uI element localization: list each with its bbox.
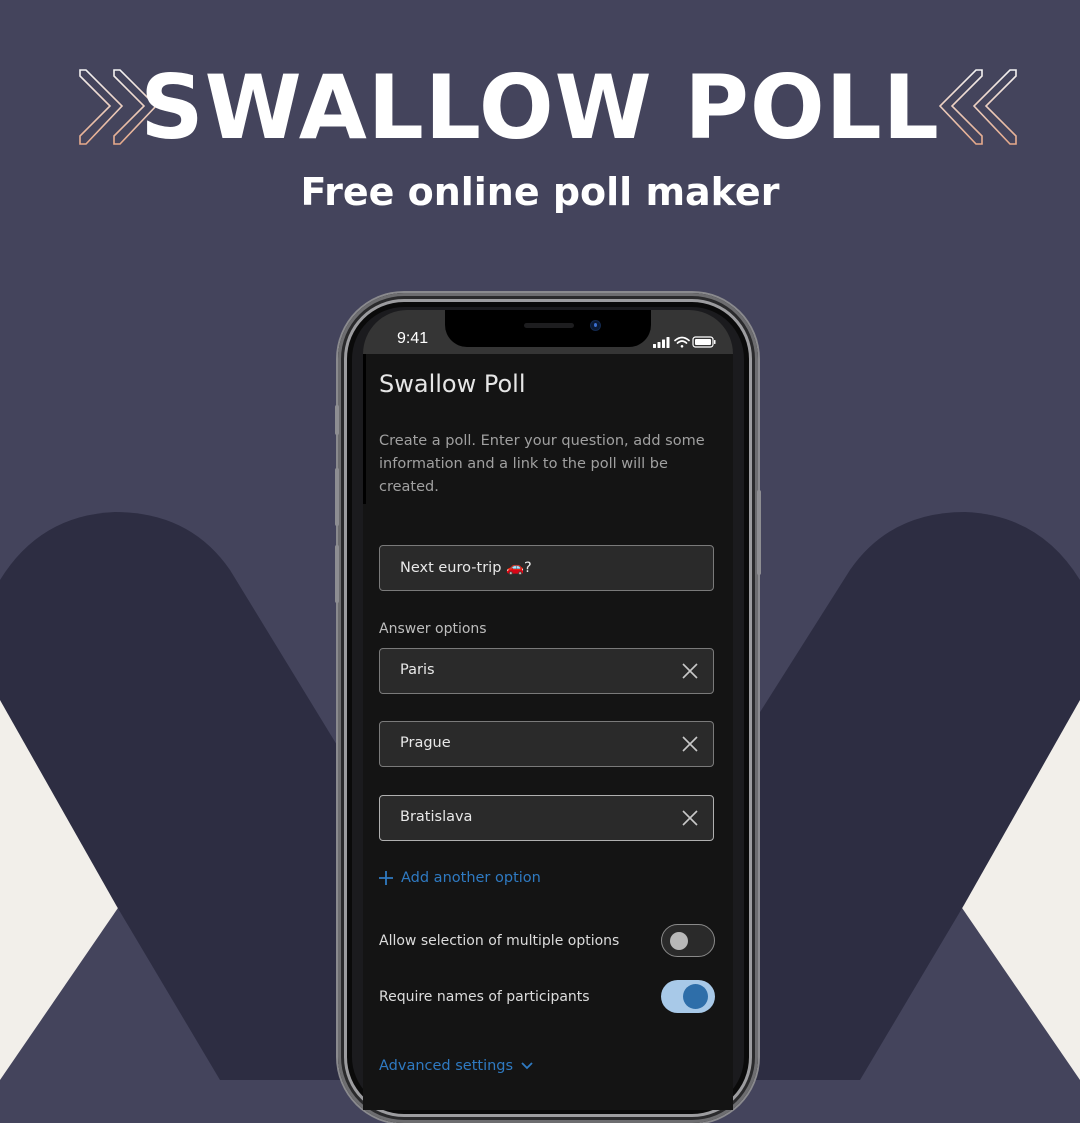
multiple-options-toggle[interactable] [661, 924, 715, 957]
phone-mute-switch [335, 405, 339, 435]
scroll-indicator [363, 354, 366, 504]
speaker-grille [524, 323, 574, 328]
phone-power-button [757, 490, 761, 575]
status-icons [653, 336, 716, 348]
status-bar: 9:41 [363, 310, 733, 354]
toggle-label: Allow selection of multiple options [379, 933, 620, 949]
notch [445, 310, 651, 347]
close-icon[interactable] [681, 809, 699, 827]
option-input[interactable]: Bratislava [379, 795, 714, 841]
app-title: Swallow Poll [379, 370, 526, 398]
advanced-settings-button[interactable]: Advanced settings [379, 1058, 533, 1074]
toggle-knob [683, 984, 708, 1009]
wifi-icon [674, 336, 690, 348]
front-camera-icon [591, 321, 600, 330]
close-icon[interactable] [681, 735, 699, 753]
option-input-value: Bratislava [400, 809, 473, 825]
hero-title: SWALLOW POLL [140, 56, 940, 159]
add-option-label: Add another option [401, 870, 541, 886]
battery-icon [692, 336, 716, 348]
phone-screen: 9:41 Swallow Poll Create a poll. Enter y… [363, 310, 733, 1110]
option-input[interactable]: Paris [379, 648, 714, 694]
toggle-row-require-names: Require names of participants [379, 980, 715, 1014]
phone-volume-up [335, 468, 339, 526]
require-names-toggle[interactable] [661, 980, 715, 1013]
add-option-button[interactable]: Add another option [379, 870, 541, 886]
answer-options-label: Answer options [379, 621, 487, 637]
toggle-row-multiple-options: Allow selection of multiple options [379, 924, 715, 958]
option-input-value: Paris [400, 662, 435, 678]
toggle-knob [670, 932, 688, 950]
toggle-label: Require names of participants [379, 989, 590, 1005]
option-input-value: Prague [400, 735, 451, 751]
advanced-settings-label: Advanced settings [379, 1058, 514, 1074]
hero-subtitle: Free online poll maker [300, 170, 780, 214]
option-input[interactable]: Prague [379, 721, 714, 767]
question-input-value: Next euro-trip 🚗? [400, 560, 532, 576]
question-input[interactable]: Next euro-trip 🚗? [379, 545, 714, 591]
close-icon[interactable] [681, 662, 699, 680]
phone-volume-down [335, 545, 339, 603]
status-time: 9:41 [397, 330, 429, 347]
cellular-signal-icon [653, 337, 670, 348]
chevron-down-icon [521, 1062, 533, 1070]
plus-icon [379, 871, 393, 885]
app-description: Create a poll. Enter your question, add … [379, 433, 705, 495]
